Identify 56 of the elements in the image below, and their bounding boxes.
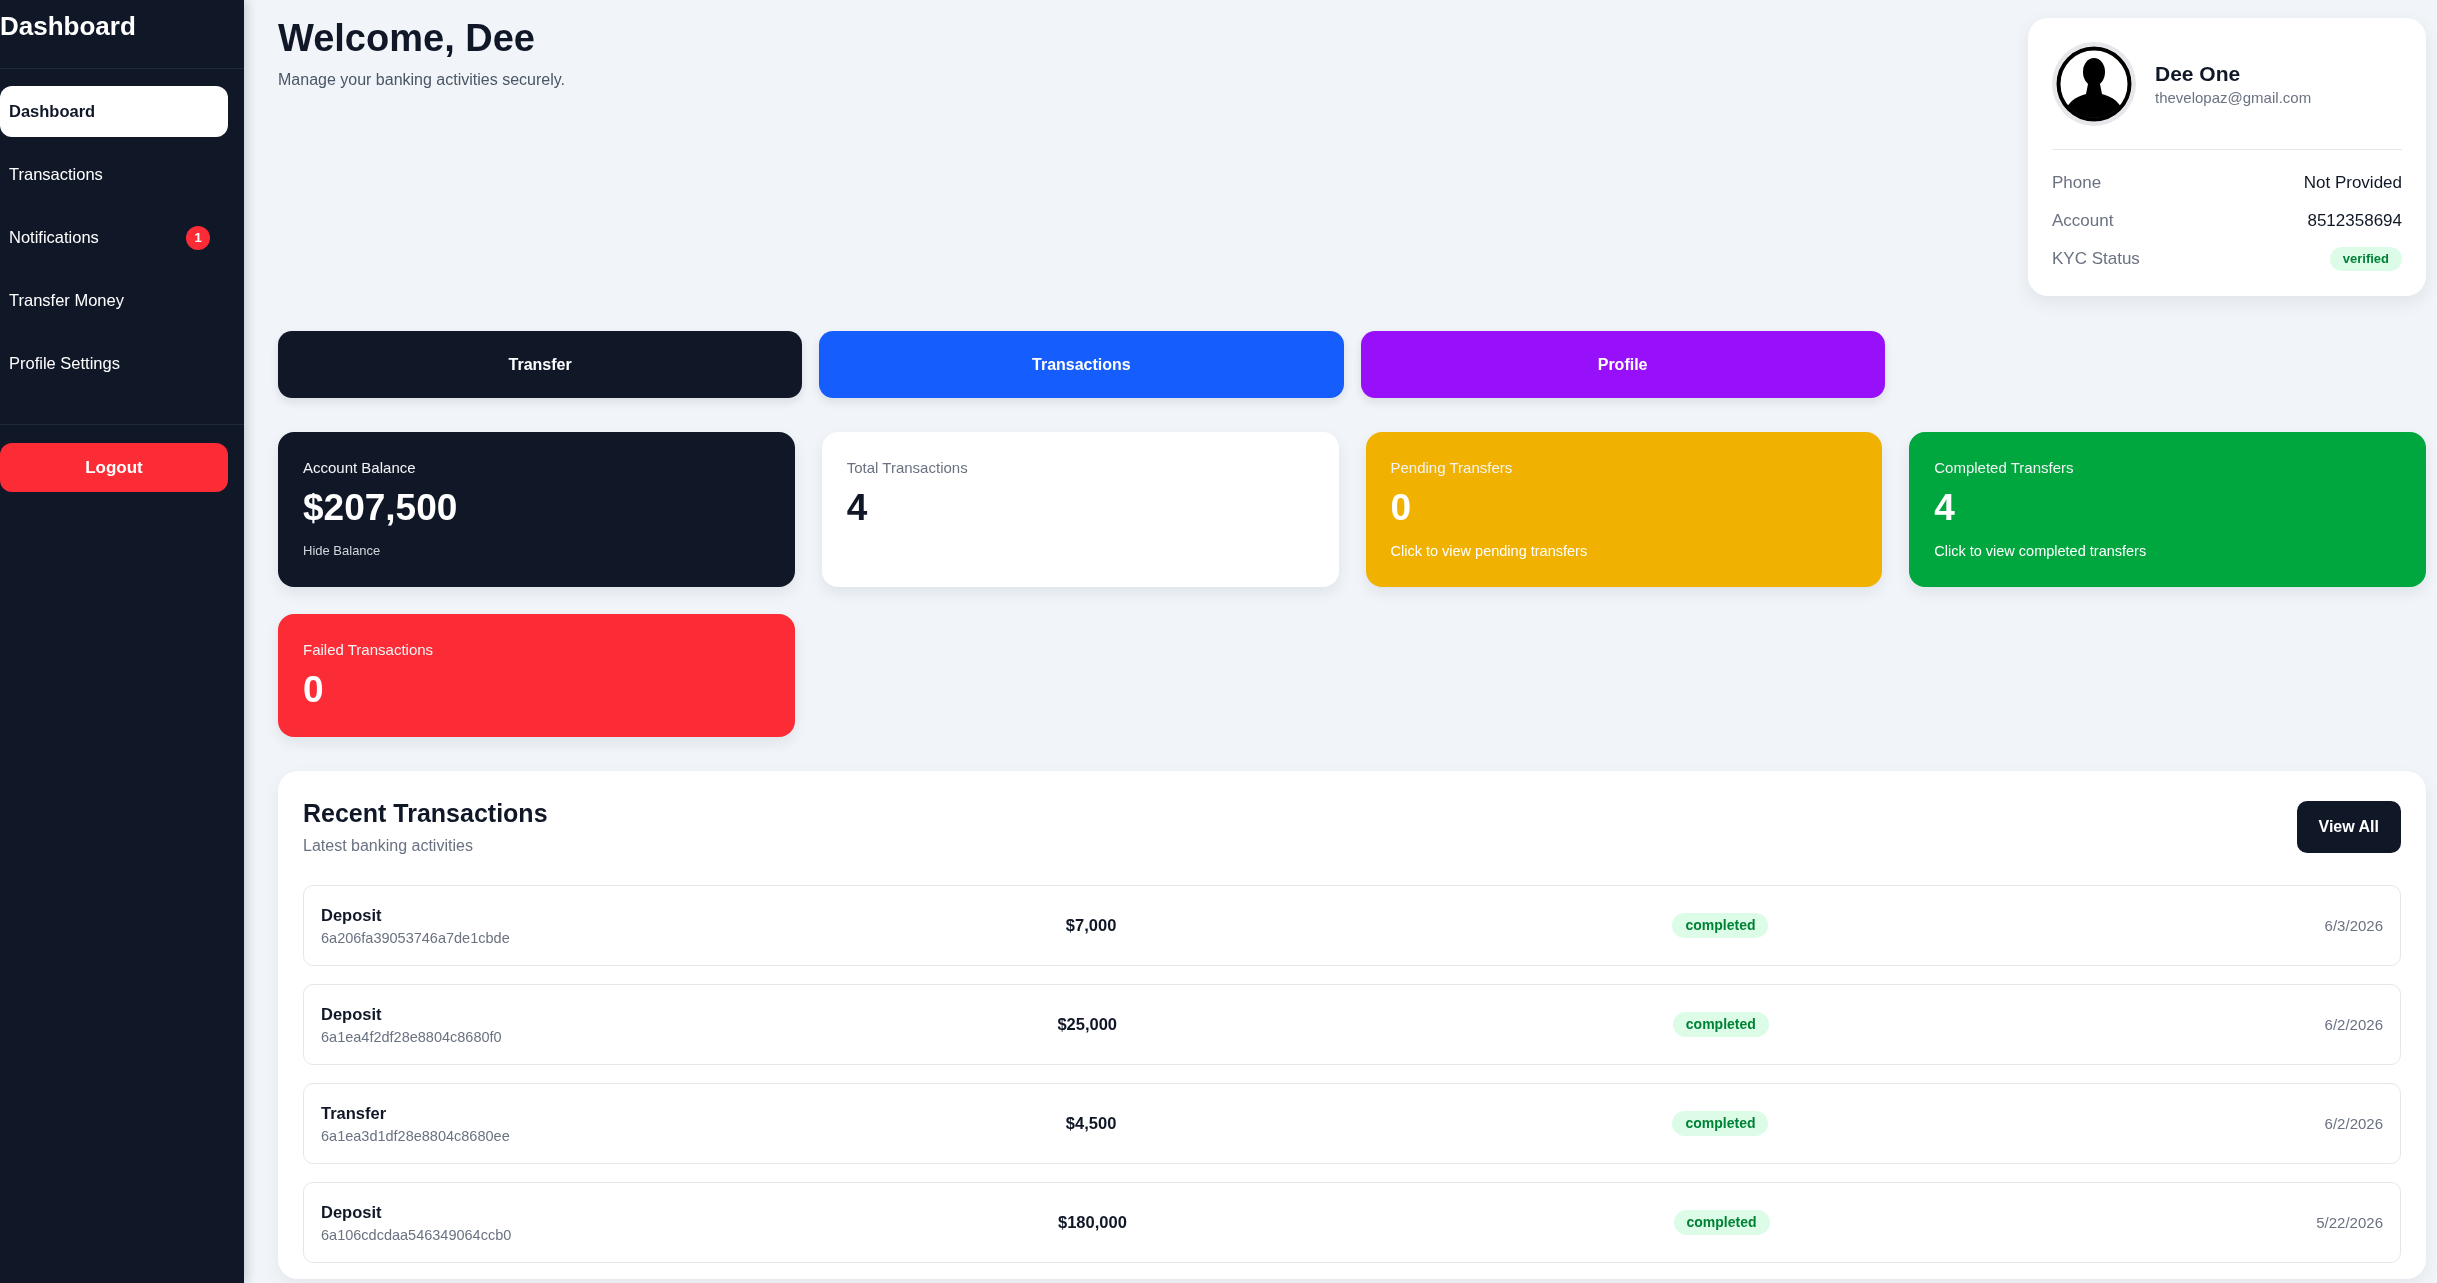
page-subtitle: Manage your banking activities securely. <box>278 70 565 90</box>
transaction-type: Deposit <box>321 1003 383 1024</box>
field-value: Not Provided <box>2303 173 2402 193</box>
stat-hint: Click to view pending transfers <box>1390 542 1588 560</box>
transaction-type: Transfer <box>321 1102 388 1123</box>
nav-item[interactable]: Notifications 1 <box>0 212 228 263</box>
field-value: 8512358694 <box>2307 211 2402 231</box>
stat-label: Pending Transfers <box>1390 459 1513 477</box>
transaction-id: 6a206fa39053746a7de1cbde <box>321 928 510 947</box>
field-label: Phone <box>2052 173 2102 193</box>
stat-value: 4 <box>1934 488 1955 528</box>
nav-item[interactable]: Dashboard <box>0 86 228 137</box>
status-badge: completed <box>1672 912 1769 939</box>
transaction-amount: $25,000 <box>1057 1015 1118 1034</box>
sidebar-title: Dashboard <box>0 10 137 42</box>
profile-name: Dee One <box>2155 61 2242 87</box>
transaction-date: 5/22/2026 <box>2316 1214 2383 1231</box>
transaction-amount: $4,500 <box>1065 1114 1117 1133</box>
user-avatar-icon <box>2052 42 2136 126</box>
action-button[interactable]: Profile <box>1360 331 1885 398</box>
field-label: Account <box>2052 211 2114 231</box>
stat-label: Failed Transactions <box>303 641 434 659</box>
stat-value: 0 <box>303 670 324 710</box>
nav-item[interactable]: Transfer Money <box>0 275 228 326</box>
action-button[interactable]: Transfer <box>278 331 803 398</box>
transaction-amount: $7,000 <box>1065 916 1117 935</box>
status-badge: completed <box>1672 1011 1769 1038</box>
hide-balance-link[interactable]: Hide Balance <box>303 542 381 560</box>
nav-item[interactable]: Transactions <box>0 149 228 200</box>
panel-subtitle: Latest banking activities <box>303 836 474 856</box>
transaction-amount: $180,000 <box>1058 1213 1127 1232</box>
transaction-id: 6a1ea3d1df28e8804c8680ee <box>321 1126 510 1145</box>
logout-button[interactable]: Logout <box>0 443 228 492</box>
nav-item[interactable]: Profile Settings <box>0 338 228 389</box>
page-title: Welcome, Dee <box>278 18 536 58</box>
transaction-id: 6a106cdcdaa546349064ccb0 <box>321 1225 512 1244</box>
transaction-date: 6/3/2026 <box>2324 917 2383 934</box>
field-label: KYC Status <box>2052 249 2140 269</box>
stat-value: $207,500 <box>303 488 458 528</box>
transaction-date: 6/2/2026 <box>2324 1016 2383 1033</box>
transaction-type: Deposit <box>321 904 383 925</box>
status-badge: completed <box>1673 1209 1770 1236</box>
view-all-button[interactable]: View All <box>2296 801 2401 853</box>
stat-value: 0 <box>1390 488 1412 528</box>
transaction-type: Deposit <box>321 1201 383 1222</box>
notification-count: 1 <box>186 225 210 250</box>
stat-label: Completed Transfers <box>1934 459 2074 477</box>
stat-hint: Click to view completed transfers <box>1934 542 2147 560</box>
transaction-date: 6/2/2026 <box>2324 1115 2383 1132</box>
action-button[interactable]: Transactions <box>819 331 1344 398</box>
status-badge: verified <box>2329 246 2402 271</box>
status-badge: completed <box>1672 1110 1769 1137</box>
panel-title: Recent Transactions <box>303 798 548 828</box>
profile-email: thevelopaz@gmail.com <box>2155 89 2312 107</box>
transaction-id: 6a1ea4f2df28e8804c8680f0 <box>321 1027 502 1046</box>
stat-label: Account Balance <box>303 459 416 477</box>
